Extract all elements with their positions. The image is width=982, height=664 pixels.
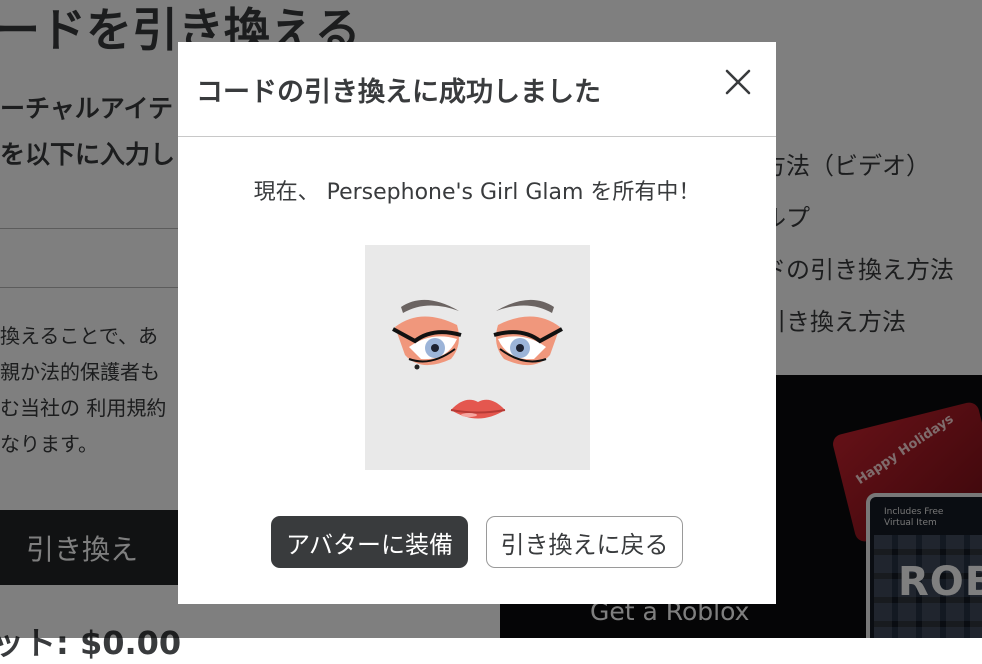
close-icon (725, 69, 751, 95)
redeem-success-modal: コードの引き換えに成功しました 現在、 Persephone's Girl Gl… (178, 42, 776, 604)
makeup-face-icon (392, 299, 563, 419)
modal-header: コードの引き換えに成功しました (178, 42, 776, 137)
back-to-redeem-button[interactable]: 引き換えに戻る (486, 516, 683, 568)
equip-to-avatar-button[interactable]: アバターに装備 (271, 516, 468, 568)
modal-title: コードの引き換えに成功しました (196, 77, 601, 108)
item-thumbnail (365, 245, 590, 470)
success-message: 現在、 Persephone's Girl Glam を所有中！ (253, 180, 701, 205)
close-button[interactable] (722, 66, 754, 98)
